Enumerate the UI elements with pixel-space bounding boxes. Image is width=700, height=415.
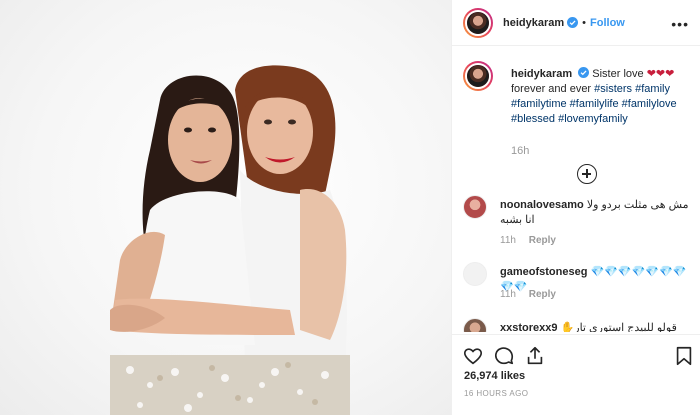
caption-username[interactable]: heidykaram: [511, 68, 572, 80]
reply-button[interactable]: Reply: [529, 289, 556, 300]
comment-body: noonalovesamo مش هى مثلت بردو ولا انا بش…: [500, 198, 691, 228]
comment-body: xxstorexx9 قولو للبيدج استورى تار✋: [500, 321, 691, 332]
caption-avatar-ring[interactable]: [463, 61, 493, 91]
separator-dot: •: [582, 16, 587, 29]
heart-icon[interactable]: [462, 345, 484, 367]
comment-icon[interactable]: [493, 345, 515, 367]
post-photo[interactable]: [0, 0, 451, 415]
comments-list: heidykaram Sister love ❤❤❤ forever and e…: [452, 47, 700, 332]
avatar: [465, 63, 491, 89]
hashtag-link[interactable]: #sisters #family: [594, 83, 670, 95]
posted-time[interactable]: 16 HOURS AGO: [464, 389, 528, 398]
comment-time[interactable]: 11h: [500, 235, 516, 246]
more-options-icon[interactable]: •••: [671, 16, 689, 32]
comment-username[interactable]: gameofstoneseg: [500, 266, 587, 278]
comment-username[interactable]: noonalovesamo: [500, 199, 584, 211]
share-icon[interactable]: [524, 345, 546, 367]
profile-avatar-ring[interactable]: [463, 7, 493, 38]
hashtag-link[interactable]: #blessed #lovemyfamily: [511, 113, 628, 125]
bookmark-icon[interactable]: [673, 345, 695, 367]
comment-text: قولو للبيدج استورى تار✋: [560, 322, 677, 332]
avatar[interactable]: [463, 195, 487, 219]
avatar[interactable]: [463, 262, 487, 286]
comment-time[interactable]: 11h: [500, 289, 516, 300]
caption-body: Sister love: [592, 68, 647, 80]
reply-button[interactable]: Reply: [529, 235, 556, 246]
caption-line2: forever and ever: [511, 83, 595, 95]
post-age[interactable]: 16h: [511, 145, 529, 157]
verified-badge-icon: [578, 67, 590, 78]
verified-badge-icon: [567, 17, 579, 28]
username-link[interactable]: heidykaram: [503, 17, 564, 29]
plus-circle-icon[interactable]: [577, 164, 597, 184]
comment-username[interactable]: xxstorexx9: [500, 322, 558, 332]
likes-count[interactable]: 26,974 likes: [464, 370, 525, 382]
hearts-emoji: ❤❤❤: [646, 68, 675, 80]
sisters-photo-illustration: [110, 65, 350, 415]
hashtag-link[interactable]: #familytime #familylife #familylove: [511, 98, 677, 110]
follow-button[interactable]: Follow: [590, 17, 625, 29]
caption-text: heidykaram Sister love ❤❤❤ forever and e…: [511, 67, 691, 127]
avatar: [465, 9, 491, 36]
comment-meta: 11h Reply: [500, 289, 556, 300]
post-header: heidykaram • Follow •••: [452, 0, 700, 46]
comment-meta: 11h Reply: [500, 235, 556, 246]
avatar[interactable]: [463, 318, 487, 332]
post-side-panel: heidykaram • Follow ••• heidykaram Siste…: [451, 0, 700, 415]
